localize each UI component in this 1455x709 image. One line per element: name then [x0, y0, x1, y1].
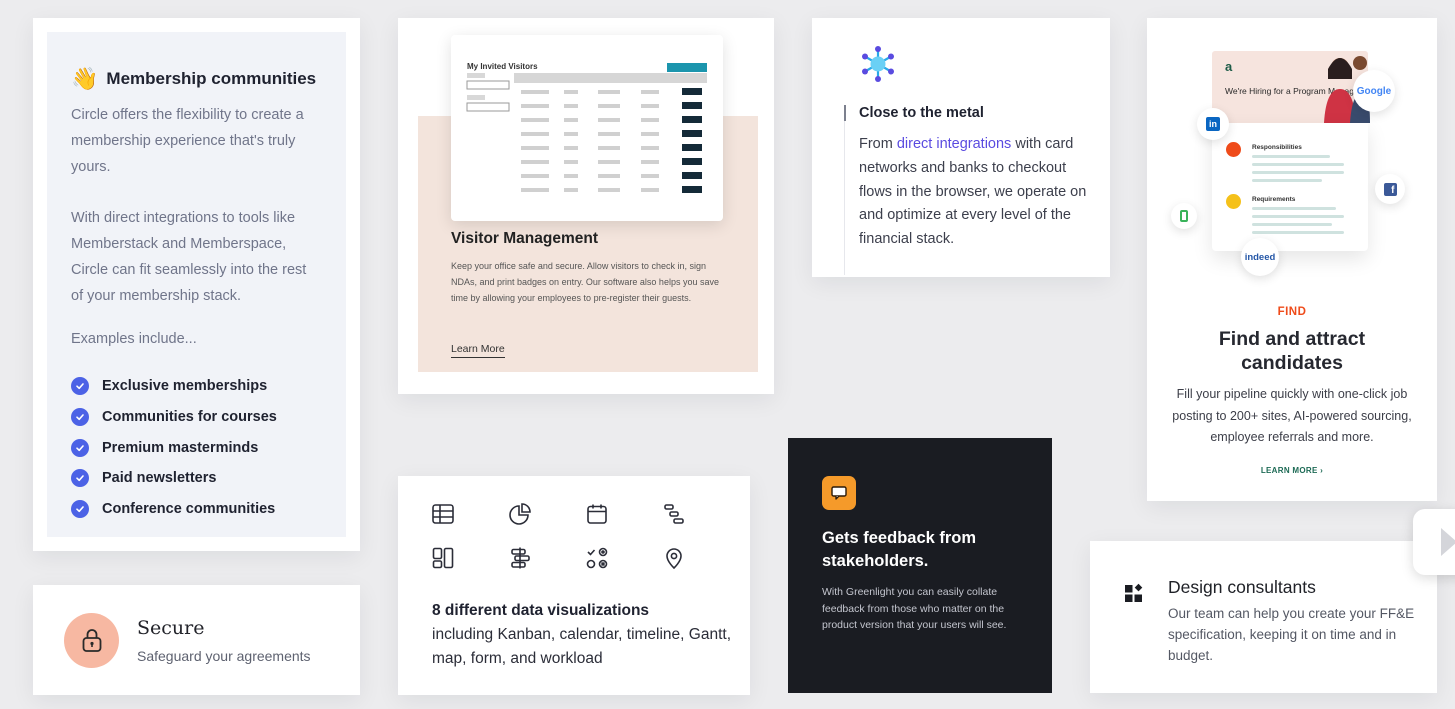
- map-pin-icon: [666, 548, 682, 570]
- facebook-icon: f: [1375, 174, 1405, 204]
- membership-panel: 👋 Membership communities Circle offers t…: [47, 32, 346, 537]
- list-item: Premium masterminds: [71, 432, 320, 463]
- dataviz-details: including Kanban, calendar, timeline, Ga…: [432, 626, 731, 667]
- membership-card: 👋 Membership communities Circle offers t…: [33, 18, 360, 551]
- network-snowflake-icon: [862, 46, 894, 82]
- job-board-icon: [1171, 203, 1197, 229]
- dataviz-description: 8 different data visualizations includin…: [432, 599, 732, 671]
- indeed-badge: indeed: [1241, 238, 1279, 276]
- secure-title: Secure: [137, 616, 205, 639]
- waving-hand-icon: 👋: [71, 66, 99, 91]
- metal-title: Close to the metal: [859, 105, 984, 121]
- check-circle-icon: [71, 377, 89, 396]
- find-candidates-card: a We're Hiring for a Program Manager! Go…: [1147, 18, 1437, 501]
- calendar-icon: [587, 504, 607, 524]
- grid-sparkle-icon: [1125, 583, 1143, 602]
- gantt-icon: [511, 547, 530, 569]
- list-item-label: Conference communities: [102, 501, 276, 518]
- feedback-app-icon: [822, 476, 856, 510]
- job-post-hero: a We're Hiring for a Program Manager!: [1212, 51, 1370, 123]
- lock-icon: [82, 629, 101, 652]
- membership-intro: Circle offers the flexibility to create …: [71, 107, 304, 175]
- chevron-right-icon: ›: [1320, 466, 1324, 475]
- find-kicker: FIND: [1277, 306, 1307, 318]
- design-consultants-card: Design consultants Our team can help you…: [1090, 541, 1437, 693]
- design-description: Our team can help you create your FF&E s…: [1168, 606, 1415, 663]
- membership-integrations: With direct integrations to tools like M…: [71, 210, 307, 304]
- requirements-dot: [1226, 194, 1241, 209]
- examples-label: Examples include...: [71, 331, 197, 347]
- play-icon: [1441, 528, 1455, 556]
- list-item-label: Communities for courses: [102, 409, 277, 426]
- design-title: Design consultants: [1168, 577, 1316, 597]
- visitor-title: Visitor Management: [451, 230, 599, 247]
- close-to-metal-card: Close to the metal From direct integrati…: [812, 18, 1110, 277]
- mock-table-graphic: [466, 73, 707, 193]
- feedback-description: With Greenlight you can easily collate f…: [822, 586, 1007, 631]
- feedback-card: Gets feedback from stakeholders. With Gr…: [788, 438, 1052, 693]
- secure-card: Secure Safeguard your agreements: [33, 585, 360, 695]
- google-badge: Google: [1353, 70, 1395, 112]
- responsibilities-dot: [1226, 142, 1241, 157]
- visualization-icons: [431, 502, 739, 570]
- check-circle-icon: [71, 438, 89, 457]
- find-description: Fill your pipeline quickly with one-clic…: [1172, 387, 1412, 444]
- company-logo: a: [1225, 59, 1233, 74]
- data-visualizations-card: 8 different data visualizations includin…: [398, 476, 750, 695]
- list-item-label: Exclusive memberships: [102, 378, 268, 395]
- list-item: Paid newsletters: [71, 463, 320, 494]
- form-icon: [586, 547, 608, 569]
- job-details-panel: Responsibilities Requirements: [1212, 123, 1368, 251]
- learn-more-link[interactable]: Learn More: [451, 343, 505, 358]
- play-video-button[interactable]: [1413, 509, 1455, 575]
- list-item: Communities for courses: [71, 402, 320, 433]
- pie-chart-icon: [509, 503, 531, 525]
- check-circle-icon: [71, 469, 89, 488]
- linkedin-icon: in: [1197, 108, 1229, 140]
- membership-title: Membership communities: [106, 69, 317, 88]
- list-item-label: Paid newsletters: [102, 470, 217, 487]
- list-item-label: Premium masterminds: [102, 439, 259, 456]
- membership-examples-list: Exclusive memberships Communities for co…: [71, 371, 320, 524]
- list-item: Exclusive memberships: [71, 371, 320, 402]
- timeline-icon: [664, 504, 684, 524]
- table-icon: [432, 504, 454, 524]
- kanban-icon: [432, 547, 454, 569]
- lock-icon-badge: [64, 612, 119, 668]
- check-circle-icon: [71, 500, 89, 519]
- divider-marker: [844, 105, 846, 121]
- list-item: Conference communities: [71, 494, 320, 525]
- check-circle-icon: [71, 408, 89, 427]
- learn-more-link[interactable]: LEARN MORE ›: [1147, 466, 1437, 475]
- find-title: Find and attract candidates: [1218, 328, 1366, 374]
- divider-line: [844, 105, 845, 275]
- visitor-management-card: My Invited Visitors Visitor Management K…: [398, 18, 774, 394]
- secure-subtitle: Safeguard your agreements: [137, 647, 311, 664]
- visitor-description: Keep your office safe and secure. Allow …: [451, 261, 719, 303]
- dataviz-headline: 8 different data visualizations: [432, 602, 650, 619]
- feedback-title: Gets feedback from stakeholders.: [822, 529, 977, 570]
- comment-icon: [831, 486, 847, 500]
- metal-description: From direct integrations with card netwo…: [859, 136, 1087, 248]
- visitors-table-preview: My Invited Visitors: [451, 35, 723, 221]
- direct-integrations-link[interactable]: direct integrations: [897, 136, 1011, 152]
